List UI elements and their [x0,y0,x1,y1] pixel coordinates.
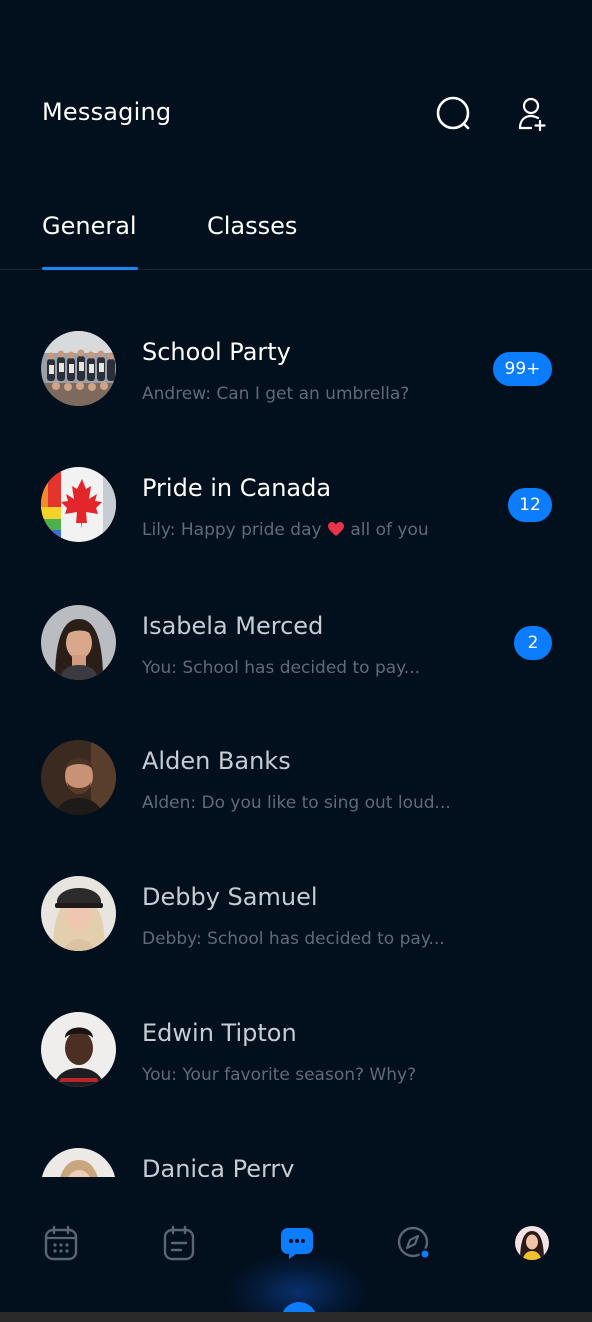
person-avatar [41,740,116,815]
conversation-name: Edwin Tipton [142,1019,297,1047]
nav-chat[interactable] [279,1225,315,1261]
bottom-navigation [0,1190,592,1322]
nav-profile[interactable] [514,1225,550,1261]
conversation-item-isabela-merced[interactable]: Isabela Merced You: School has decided t… [0,574,592,694]
calendar-icon [44,1225,78,1261]
notes-icon [163,1225,195,1261]
profile-avatar [515,1226,549,1260]
conversation-item-edwin-tipton[interactable]: Edwin Tipton You: Your favorite season? … [0,981,592,1101]
system-bottom-bar [0,1312,592,1322]
conversation-name: School Party [142,338,291,366]
compass-icon [397,1226,431,1260]
tab-bar: General Classes [0,196,592,270]
chat-icon [281,1228,313,1259]
app-header: Messaging [0,0,592,180]
person-avatar [41,605,116,680]
canada-flag-avatar [41,467,116,542]
preview-text-after: all of you [344,520,429,540]
conversation-name: Debby Samuel [142,883,318,911]
nav-notes[interactable] [161,1225,197,1261]
conversation-preview: You: Your favorite season? Why? [142,1065,417,1085]
conversation-name: Alden Banks [142,747,291,775]
heart-emoji [327,522,344,536]
search-icon [436,96,470,130]
add-user-button[interactable] [512,94,552,134]
search-button[interactable] [434,94,474,134]
preview-text-before: Lily: Happy pride day [142,520,327,540]
conversation-preview: Debby: School has decided to pay... [142,929,445,949]
person-avatar [41,876,116,951]
conversation-preview: You: School has decided to pay... [142,658,421,678]
person-avatar [41,1148,116,1177]
conversation-item-pride-in-canada[interactable]: Pride in Canada Lily: Happy pride day al… [0,436,592,556]
conversation-name: Danica Perry [142,1155,295,1177]
person-avatar [41,1012,116,1087]
conversation-preview: Alden: Do you like to sing out loud... [142,793,451,813]
nav-calendar[interactable] [43,1225,79,1261]
conversation-item-danica-perry[interactable]: Danica Perry [0,1117,592,1177]
conversation-item-debby-samuel[interactable]: Debby Samuel Debby: School has decided t… [0,845,592,965]
add-user-icon [518,97,546,132]
active-tab-indicator [42,267,138,270]
conversation-name: Pride in Canada [142,474,332,502]
conversation-item-alden-banks[interactable]: Alden Banks Alden: Do you like to sing o… [0,709,592,829]
unread-badge: 99+ [493,352,552,386]
tab-general[interactable]: General [42,212,137,240]
tab-classes[interactable]: Classes [207,212,297,240]
conversation-list: School Party Andrew: Can I get an umbrel… [0,300,592,1177]
page-title: Messaging [42,98,172,126]
unread-badge: 12 [508,488,552,522]
group-photo-avatar [41,331,116,406]
conversation-item-school-party[interactable]: School Party Andrew: Can I get an umbrel… [0,300,592,420]
unread-badge: 2 [514,626,552,660]
conversation-name: Isabela Merced [142,612,324,640]
conversation-preview: Lily: Happy pride day all of you [142,520,429,540]
conversation-preview: Andrew: Can I get an umbrella? [142,384,410,404]
nav-explore[interactable] [396,1225,432,1261]
